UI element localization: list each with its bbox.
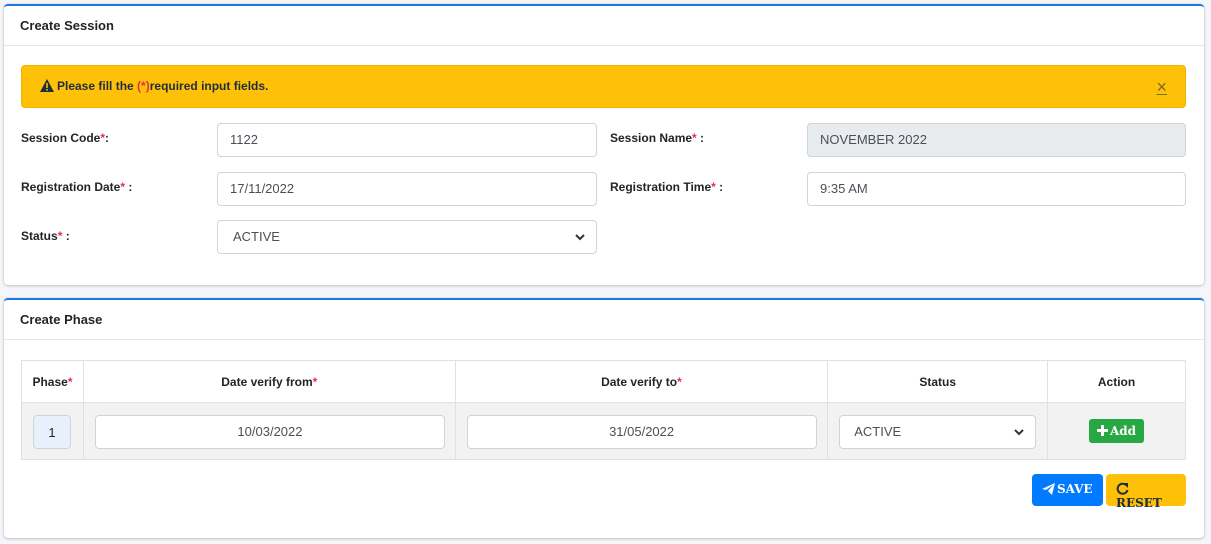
session-name-label: Session Name* :: [610, 131, 704, 145]
chevron-down-icon: [575, 234, 585, 241]
add-phase-label: Add: [1109, 424, 1137, 438]
date-to-cell: 31/05/2022: [454, 402, 829, 460]
date-to-header-text: Date verify to: [601, 374, 678, 389]
registration-date-label-text: Registration Date: [21, 180, 121, 194]
warning-triangle-icon: [40, 79, 54, 92]
date-to-input[interactable]: 31/05/2022: [466, 415, 817, 449]
status-label: Status* :: [21, 229, 70, 243]
required-star: *: [677, 374, 682, 389]
session-code-label: Session Code*:: [21, 131, 109, 145]
label-colon: :: [62, 229, 70, 243]
table-header-row: Phase* Date verify from* Date verify to*…: [21, 360, 1186, 403]
status-label-text: Status: [21, 229, 58, 243]
alert-required-marker: (*): [137, 79, 150, 93]
registration-time-label-text: Registration Time: [610, 180, 712, 194]
reset-button[interactable]: RESET: [1106, 474, 1186, 510]
column-header-date-from: Date verify from*: [82, 360, 456, 403]
column-header-status: Status: [827, 360, 1049, 403]
date-from-cell: 10/03/2022: [82, 402, 456, 460]
required-fields-alert: Please fill the (*)required input fields…: [21, 65, 1186, 108]
status-select-value: ACTIVE: [233, 229, 280, 244]
phase-status-select[interactable]: ACTIVE: [839, 415, 1037, 449]
create-phase-card: Create Phase Phase* Date verify from* Da…: [4, 298, 1204, 538]
column-header-phase: Phase*: [21, 360, 84, 403]
phase-table: Phase* Date verify from* Date verify to*…: [21, 360, 1186, 460]
table-row: 1 10/03/2022 31/05/2022 ACTIVE Add: [21, 402, 1186, 460]
save-button[interactable]: SAVE: [1032, 474, 1103, 506]
status-select[interactable]: ACTIVE: [217, 220, 597, 254]
label-colon: :: [715, 180, 724, 194]
reset-button-label: RESET: [1116, 496, 1162, 510]
date-from-input[interactable]: 10/03/2022: [94, 415, 445, 449]
alert-text-suffix: required input fields.: [149, 79, 269, 93]
label-colon: :: [105, 131, 110, 145]
plus-icon: [1096, 425, 1108, 436]
session-code-label-text: Session Code: [21, 131, 101, 145]
column-header-date-to: Date verify to*: [454, 360, 829, 403]
column-header-action: Action: [1047, 360, 1186, 403]
session-name-label-text: Session Name: [610, 131, 693, 145]
date-from-header-text: Date verify from: [221, 374, 313, 389]
action-cell: Add: [1047, 402, 1186, 460]
phase-cell: 1: [21, 402, 84, 460]
add-phase-button[interactable]: Add: [1088, 419, 1145, 443]
registration-date-input[interactable]: 17/11/2022: [217, 172, 597, 206]
required-star: *: [312, 374, 318, 389]
phase-status-value: ACTIVE: [854, 424, 902, 439]
session-name-input: NOVEMBER 2022: [807, 123, 1186, 157]
registration-time-input[interactable]: 9:35 AM: [807, 172, 1186, 206]
save-button-label: SAVE: [1057, 482, 1093, 496]
session-code-input[interactable]: 1122: [217, 123, 597, 157]
phase-number-input[interactable]: 1: [33, 415, 71, 449]
create-phase-title: Create Phase: [4, 300, 1204, 340]
create-session-card: Create Session Please fill the (*)requir…: [4, 4, 1204, 285]
status-cell: ACTIVE: [827, 402, 1049, 460]
send-icon: [1042, 483, 1055, 495]
phase-header-text: Phase: [32, 374, 68, 389]
label-colon: :: [125, 180, 133, 194]
close-icon[interactable]: ×: [1156, 77, 1167, 98]
redo-icon: [1116, 482, 1129, 495]
alert-text-prefix: Please fill the: [57, 79, 138, 93]
required-star: *: [67, 374, 73, 389]
registration-date-label: Registration Date* :: [21, 180, 132, 194]
create-session-title: Create Session: [4, 6, 1204, 46]
chevron-down-icon: [1014, 429, 1024, 436]
label-colon: :: [696, 131, 705, 145]
registration-time-label: Registration Time* :: [610, 180, 723, 194]
